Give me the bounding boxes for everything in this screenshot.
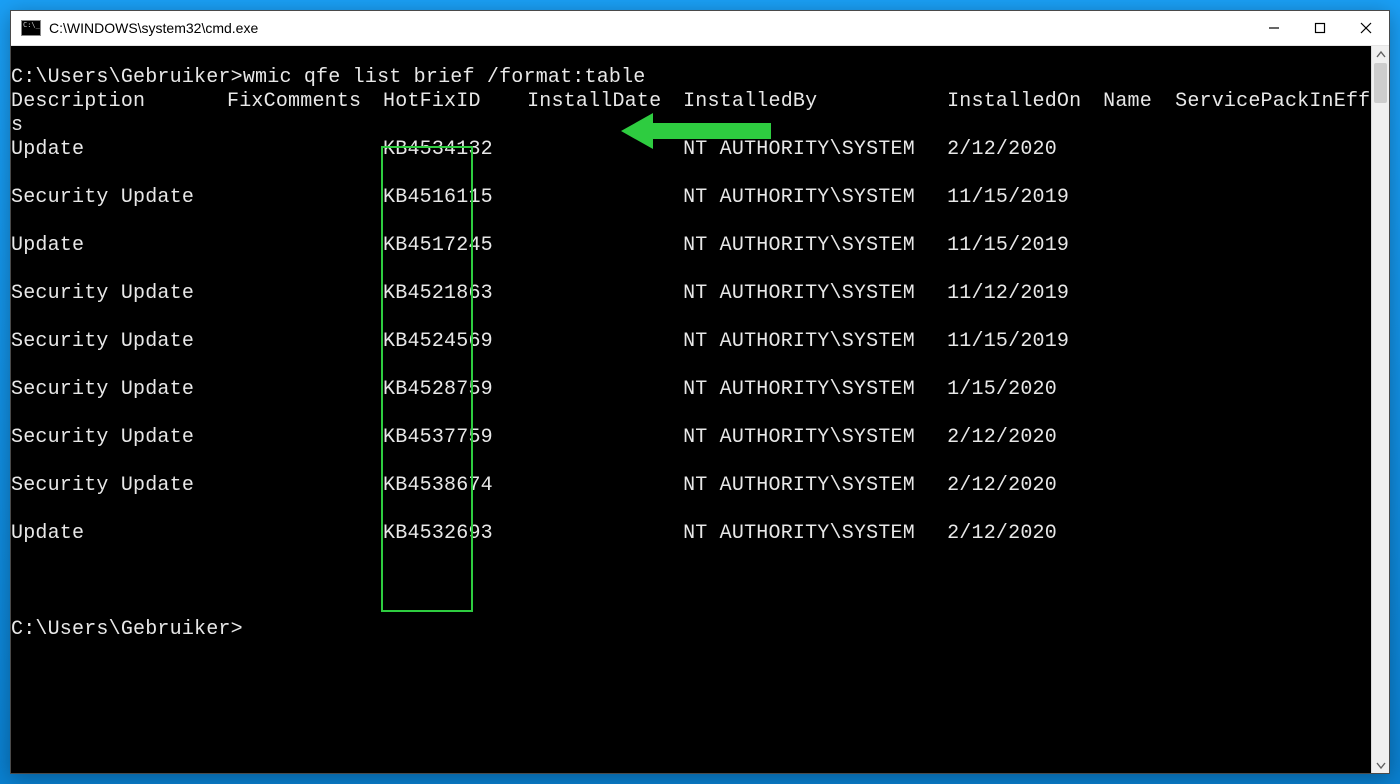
window-controls <box>1251 11 1389 45</box>
table-row: Security UpdateKB4528759NT AUTHORITY\SYS… <box>11 378 1371 402</box>
titlebar[interactable]: C:\WINDOWS\system32\cmd.exe <box>11 11 1389 46</box>
minimize-button[interactable] <box>1251 11 1297 45</box>
cmd-app-icon <box>21 20 41 36</box>
table-row: Security UpdateKB4537759NT AUTHORITY\SYS… <box>11 426 1371 450</box>
scrollbar-track[interactable] <box>1372 63 1389 756</box>
prompt: C:\Users\Gebruiker> <box>11 618 243 641</box>
scrollbar-thumb[interactable] <box>1374 63 1387 103</box>
table-header: DescriptionFixCommentsHotFixIDInstallDat… <box>11 90 1371 114</box>
table-row: Security UpdateKB4538674NT AUTHORITY\SYS… <box>11 474 1371 498</box>
terminal[interactable]: C:\Users\Gebruiker>wmic qfe list brief /… <box>11 46 1371 773</box>
maximize-button[interactable] <box>1297 11 1343 45</box>
window-title: C:\WINDOWS\system32\cmd.exe <box>49 20 258 36</box>
table-header-wrap: s <box>11 114 1371 138</box>
prompt-line-2: C:\Users\Gebruiker> <box>11 618 1371 642</box>
table-row: Security UpdateKB4524569NT AUTHORITY\SYS… <box>11 330 1371 354</box>
close-icon <box>1360 22 1372 34</box>
scrollbar-up-button[interactable] <box>1372 46 1389 63</box>
table-row: Security UpdateKB4516115NT AUTHORITY\SYS… <box>11 186 1371 210</box>
maximize-icon <box>1314 22 1326 34</box>
command-text: wmic qfe list brief /format:table <box>243 66 646 89</box>
client-area: C:\Users\Gebruiker>wmic qfe list brief /… <box>11 46 1389 773</box>
chevron-down-icon <box>1376 760 1386 770</box>
scrollbar-down-button[interactable] <box>1372 756 1389 773</box>
prompt: C:\Users\Gebruiker> <box>11 66 243 89</box>
prompt-line: C:\Users\Gebruiker>wmic qfe list brief /… <box>11 66 1371 90</box>
close-button[interactable] <box>1343 11 1389 45</box>
table-row: UpdateKB4517245NT AUTHORITY\SYSTEM11/15/… <box>11 234 1371 258</box>
chevron-up-icon <box>1376 50 1386 60</box>
table-row: UpdateKB4532693NT AUTHORITY\SYSTEM2/12/2… <box>11 522 1371 546</box>
minimize-icon <box>1268 22 1280 34</box>
table-row: Security UpdateKB4521863NT AUTHORITY\SYS… <box>11 282 1371 306</box>
desktop-background: C:\WINDOWS\system32\cmd.exe C:\Users\Geb… <box>0 0 1400 784</box>
table-row: UpdateKB4534132NT AUTHORITY\SYSTEM2/12/2… <box>11 138 1371 162</box>
vertical-scrollbar[interactable] <box>1371 46 1389 773</box>
cmd-window: C:\WINDOWS\system32\cmd.exe C:\Users\Geb… <box>10 10 1390 774</box>
